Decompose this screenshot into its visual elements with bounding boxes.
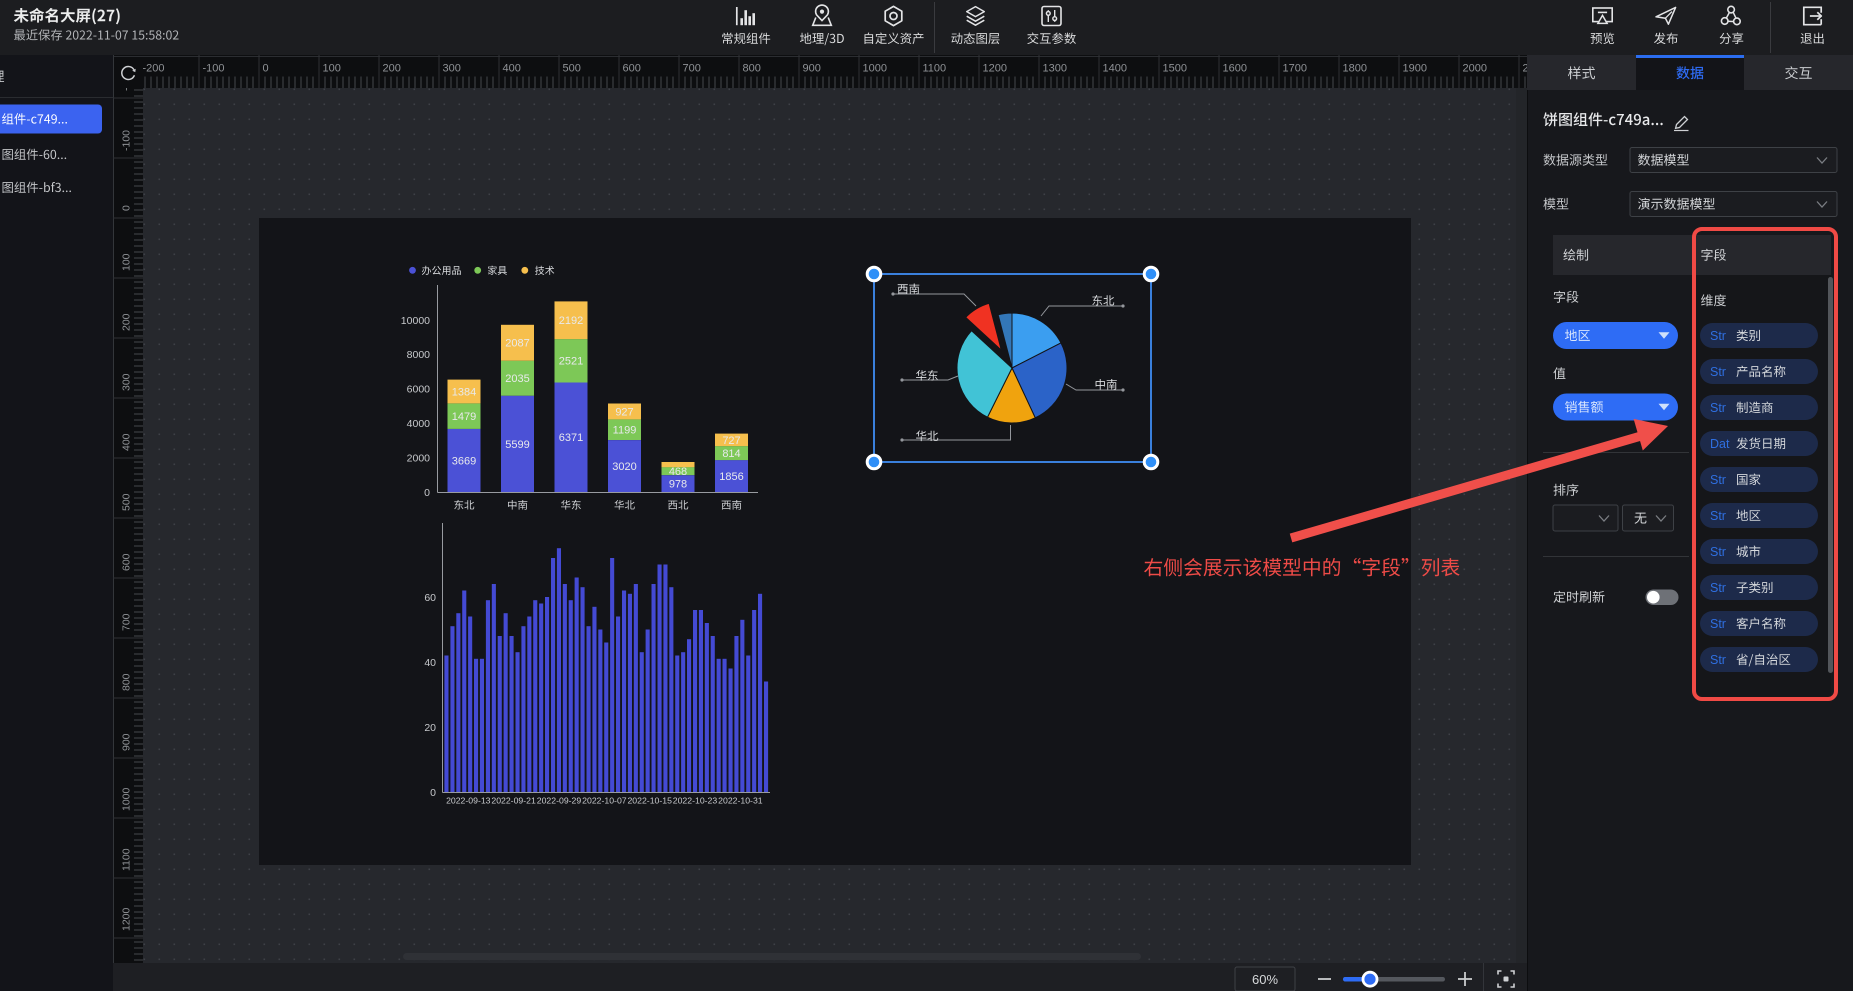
svg-text:400: 400 <box>503 62 521 74</box>
svg-text:1384: 1384 <box>452 387 476 399</box>
svg-text:1000: 1000 <box>863 62 887 74</box>
svg-text:1500: 1500 <box>1163 62 1187 74</box>
svg-text:2022-10-15: 2022-10-15 <box>627 796 672 806</box>
svg-text:727: 727 <box>722 435 740 447</box>
svg-text:Str: Str <box>1710 365 1726 379</box>
svg-text:0: 0 <box>424 487 430 499</box>
svg-text:1199: 1199 <box>613 425 637 437</box>
svg-text:Dat: Dat <box>1710 437 1730 451</box>
svg-text:800: 800 <box>121 673 133 691</box>
svg-text:2087: 2087 <box>505 338 529 350</box>
svg-text:3669: 3669 <box>452 455 476 467</box>
svg-text:1600: 1600 <box>1223 62 1247 74</box>
svg-text:4000: 4000 <box>407 418 431 430</box>
svg-text:814: 814 <box>722 448 740 460</box>
svg-text:20: 20 <box>424 722 436 734</box>
svg-text:8000: 8000 <box>407 349 431 361</box>
svg-text:2035: 2035 <box>505 373 529 385</box>
svg-text:2192: 2192 <box>559 315 583 327</box>
svg-text:1400: 1400 <box>1103 62 1127 74</box>
svg-text:500: 500 <box>121 493 133 511</box>
svg-text:100: 100 <box>323 62 341 74</box>
svg-text:2022-10-07: 2022-10-07 <box>582 796 627 806</box>
svg-text:400: 400 <box>121 433 133 451</box>
svg-text:700: 700 <box>683 62 701 74</box>
svg-text:2000: 2000 <box>407 452 431 464</box>
svg-text:60%: 60% <box>1252 972 1278 987</box>
svg-text:-200: -200 <box>143 62 165 74</box>
svg-text:600: 600 <box>121 553 133 571</box>
svg-text:Str: Str <box>1710 329 1726 343</box>
svg-text:Str: Str <box>1710 617 1726 631</box>
svg-text:0: 0 <box>430 787 436 799</box>
svg-text:-100: -100 <box>203 62 225 74</box>
svg-text:1200: 1200 <box>983 62 1007 74</box>
svg-text:2521: 2521 <box>559 356 583 368</box>
svg-text:Str: Str <box>1710 653 1726 667</box>
svg-text:10000: 10000 <box>401 315 430 327</box>
svg-text:1700: 1700 <box>1283 62 1307 74</box>
svg-text:Str: Str <box>1710 581 1726 595</box>
svg-text:2022-09-13: 2022-09-13 <box>446 796 491 806</box>
svg-text:978: 978 <box>669 479 687 491</box>
svg-text:60: 60 <box>424 592 436 604</box>
svg-text:1900: 1900 <box>1403 62 1427 74</box>
svg-text:1100: 1100 <box>923 62 947 74</box>
svg-text:2000: 2000 <box>1463 62 1487 74</box>
svg-text:-100: -100 <box>121 130 133 151</box>
svg-text:468: 468 <box>669 466 687 478</box>
svg-text:Str: Str <box>1710 401 1726 415</box>
svg-text:3020: 3020 <box>612 461 636 473</box>
svg-text:600: 600 <box>623 62 641 74</box>
svg-text:1800: 1800 <box>1343 62 1367 74</box>
svg-text:2022-10-31: 2022-10-31 <box>718 796 763 806</box>
svg-text:2022-09-21: 2022-09-21 <box>491 796 536 806</box>
svg-text:Str: Str <box>1710 473 1726 487</box>
svg-text:100: 100 <box>121 253 133 271</box>
svg-text:6371: 6371 <box>559 432 583 444</box>
svg-text:6000: 6000 <box>407 384 431 396</box>
svg-text:1479: 1479 <box>452 411 476 423</box>
svg-text:0: 0 <box>121 205 133 211</box>
svg-text:Str: Str <box>1710 509 1726 523</box>
svg-text:300: 300 <box>121 373 133 391</box>
svg-text:Str: Str <box>1710 545 1726 559</box>
svg-text:0: 0 <box>263 62 269 74</box>
svg-text:5599: 5599 <box>505 439 529 451</box>
svg-text:300: 300 <box>443 62 461 74</box>
svg-text:1100: 1100 <box>121 848 133 871</box>
svg-text:1200: 1200 <box>121 907 133 931</box>
svg-text:200: 200 <box>383 62 401 74</box>
svg-text:1856: 1856 <box>719 471 743 483</box>
svg-text:800: 800 <box>743 62 761 74</box>
svg-text:200: 200 <box>121 313 133 331</box>
svg-text:1300: 1300 <box>1043 62 1067 74</box>
svg-text:700: 700 <box>121 613 133 631</box>
svg-text:900: 900 <box>121 733 133 751</box>
svg-text:900: 900 <box>803 62 821 74</box>
svg-text:1000: 1000 <box>121 787 133 811</box>
svg-text:500: 500 <box>563 62 581 74</box>
svg-text:40: 40 <box>424 657 436 669</box>
svg-text:927: 927 <box>615 406 633 418</box>
svg-text:2022-09-29: 2022-09-29 <box>537 796 582 806</box>
svg-text:2022-10-23: 2022-10-23 <box>673 796 718 806</box>
